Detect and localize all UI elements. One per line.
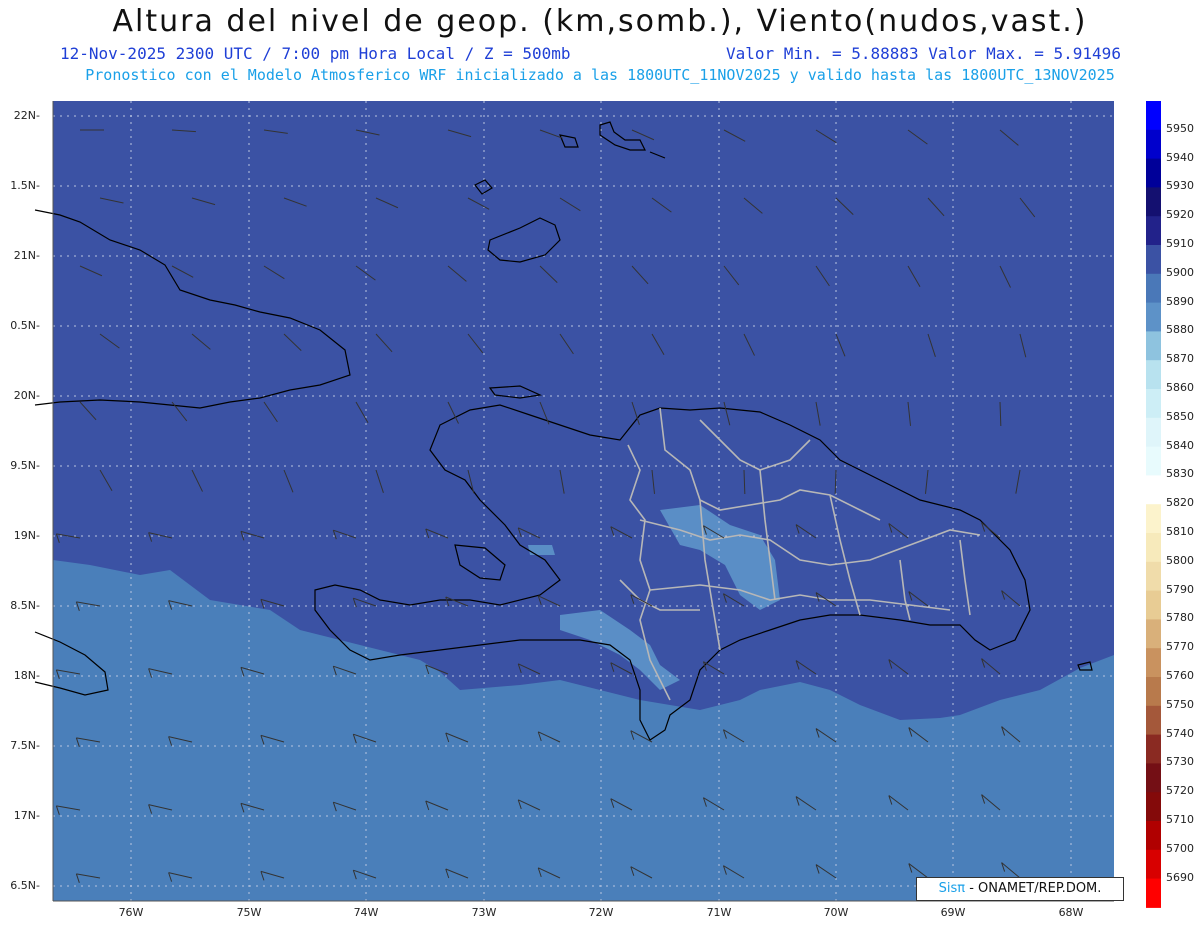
colorbar-label: 5770 [1166, 640, 1194, 654]
field-patch-west [528, 545, 555, 555]
colorbar-label: 5840 [1166, 438, 1194, 452]
colorbar-label: 5930 [1166, 179, 1194, 193]
lat-label: 18N- [13, 669, 40, 682]
colorbar-swatch [1146, 302, 1161, 332]
colorbar-swatch [1146, 734, 1161, 764]
lon-label: 74W [353, 906, 379, 919]
colorbar-label: 5780 [1166, 611, 1194, 625]
map-canvas [34, 101, 1161, 908]
lon-label: 69W [940, 906, 966, 919]
lat-label: 6.5N- [10, 879, 40, 892]
colorbar-swatch [1146, 389, 1161, 419]
colorbar-swatch [1146, 101, 1161, 131]
colorbar-swatch [1146, 216, 1161, 246]
colorbar-swatch [1146, 677, 1161, 707]
page-title: Altura del nivel de geop. (km,somb.), Vi… [112, 4, 1088, 39]
subtitle-minmax: Valor Min. = 5.88883 Valor Max. = 5.9149… [726, 44, 1121, 63]
colorbar-swatch [1146, 849, 1161, 880]
colorbar-label: 5860 [1166, 381, 1194, 394]
lon-label: 71W [706, 906, 732, 919]
colorbar-swatch [1146, 446, 1161, 476]
colorbar-swatch [1146, 417, 1161, 448]
colorbar-swatch [1146, 475, 1161, 505]
colorbar-swatch [1146, 331, 1161, 361]
colorbar-label: 5750 [1166, 697, 1194, 711]
colorbar-label: 5720 [1166, 784, 1194, 798]
lon-label: 70W [823, 906, 849, 919]
colorbar-swatch [1146, 705, 1161, 736]
colorbar-swatch [1146, 158, 1161, 188]
lon-label: 73W [471, 906, 497, 919]
colorbar-swatch [1146, 504, 1161, 534]
credit-text: - ONAMET/REP.DOM. [965, 881, 1102, 896]
colorbar-label: 5790 [1166, 582, 1194, 596]
lat-label: 20N- [13, 389, 40, 402]
colorbar-label: 5800 [1166, 553, 1194, 567]
colorbar-swatch [1146, 792, 1161, 822]
subtitle-date: 12-Nov-2025 2300 UTC / 7:00 pm Hora Loca… [60, 44, 571, 63]
colorbar-swatch [1146, 245, 1161, 275]
colorbar-label: 5820 [1166, 496, 1194, 510]
colorbar-label: 5830 [1166, 467, 1194, 481]
colorbar-swatch [1146, 360, 1161, 390]
colorbar-label: 5710 [1166, 813, 1194, 826]
lat-label: 9.5N- [10, 459, 40, 472]
lon-label: 72W [588, 906, 614, 919]
lon-label: 75W [236, 906, 262, 919]
colorbar-label: 5890 [1166, 294, 1194, 308]
lat-label: 8.5N- [10, 599, 40, 612]
lat-label: 22N- [13, 109, 40, 122]
colorbar-swatch [1146, 648, 1161, 678]
colorbar-swatch [1146, 129, 1161, 160]
lon-label: 68W [1058, 906, 1084, 919]
colorbar-label: 5760 [1166, 669, 1194, 682]
lat-label: 0.5N- [10, 319, 40, 332]
lat-label: 1.5N- [10, 179, 40, 192]
colorbar-label: 5920 [1166, 208, 1194, 222]
colorbar-label: 5700 [1166, 841, 1194, 855]
lat-label: 17N- [13, 809, 40, 822]
colorbar-swatch [1146, 763, 1161, 793]
colorbar-label: 5950 [1166, 121, 1194, 135]
colorbar-label: 5870 [1166, 352, 1194, 366]
colorbar-swatch [1146, 590, 1161, 620]
colorbar-swatch [1146, 821, 1161, 851]
credit-logo: Sisπ [938, 881, 966, 896]
colorbar-label: 5900 [1166, 265, 1194, 279]
colorbar-swatch [1146, 533, 1161, 563]
colorbar-swatch [1146, 561, 1161, 592]
colorbar-swatch [1146, 187, 1161, 217]
subtitle-model: Pronostico con el Modelo Atmosferico WRF… [85, 66, 1115, 84]
lat-label: 21N- [13, 249, 40, 262]
colorbar-swatch [1146, 878, 1161, 908]
colorbar-label: 5810 [1166, 525, 1194, 538]
credit-box: Sisπ - ONAMET/REP.DOM. [916, 877, 1124, 901]
colorbar-label: 5730 [1166, 755, 1194, 769]
colorbar-swatch [1146, 273, 1161, 304]
lat-label: 7.5N- [10, 739, 40, 752]
colorbar-label: 5740 [1166, 726, 1194, 740]
colorbar-label: 5910 [1166, 237, 1194, 250]
colorbar-label: 5690 [1166, 870, 1194, 884]
colorbar-label: 5940 [1166, 150, 1194, 164]
colorbar [1146, 101, 1161, 908]
lat-label: 19N- [13, 529, 40, 542]
colorbar-label: 5880 [1166, 323, 1194, 337]
colorbar-swatch [1146, 619, 1161, 649]
lon-label: 76W [118, 906, 144, 919]
colorbar-label: 5850 [1166, 409, 1194, 423]
